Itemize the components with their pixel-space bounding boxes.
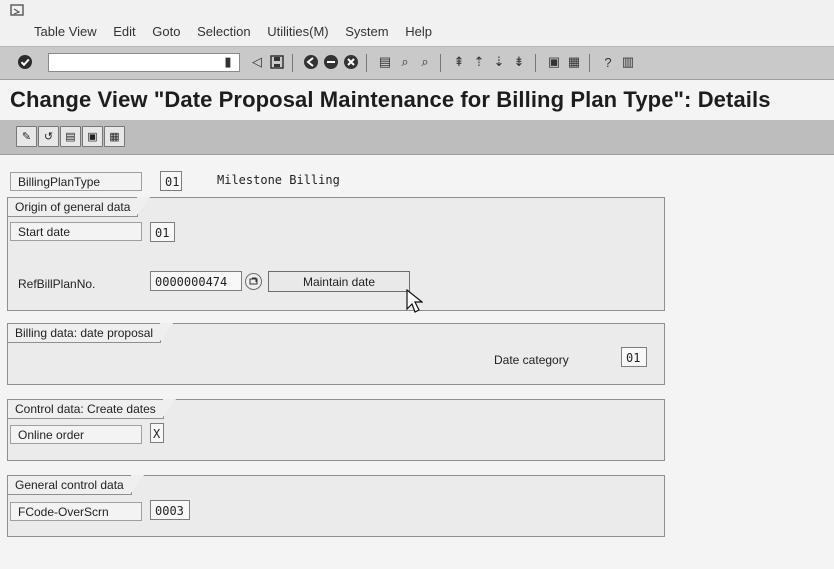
first-page-icon[interactable]: ⇞ — [451, 54, 467, 70]
last-page-icon[interactable]: ⇟ — [511, 54, 527, 70]
help-icon[interactable]: ? — [600, 54, 616, 70]
menu-bar: Table View Edit Goto Selection Utilities… — [0, 0, 834, 46]
fcode-overscrn-label: FCode-OverScrn — [10, 502, 142, 521]
menu-goto[interactable]: Goto — [152, 24, 180, 39]
billing-plan-type-label: BillingPlanType — [10, 172, 142, 191]
save-icon[interactable] — [269, 54, 285, 70]
page-title: Change View "Date Proposal Maintenance f… — [10, 87, 771, 112]
ref-bill-plan-label: RefBillPlanNo. — [10, 274, 142, 293]
shortcut-icon[interactable]: ▦ — [566, 54, 582, 70]
enter-icon[interactable] — [17, 54, 33, 70]
back-icon[interactable] — [303, 54, 319, 70]
find-icon[interactable]: ⌕ — [397, 54, 413, 70]
menu-help[interactable]: Help — [405, 24, 432, 39]
billing-plan-type-field[interactable]: 01 — [160, 171, 182, 191]
copy-icon[interactable]: ▣ — [82, 126, 103, 147]
menu-utilities[interactable]: Utilities(M) — [267, 24, 328, 39]
fcode-overscrn-field[interactable]: 0003 — [150, 500, 190, 520]
start-date-label: Start date — [10, 222, 142, 241]
details-icon[interactable]: ▤ — [60, 126, 81, 147]
system-menu-icon[interactable] — [10, 4, 24, 16]
date-category-label: Date category — [486, 350, 616, 369]
details-popup-icon[interactable] — [245, 273, 262, 290]
billing-plan-type-description: Milestone Billing — [217, 173, 340, 187]
application-toolbar: ✎ ↺ ▤ ▣ ▦ — [0, 120, 834, 155]
menu-edit[interactable]: Edit — [113, 24, 135, 39]
print-icon[interactable]: ▤ — [377, 54, 393, 70]
menu-items: Table View Edit Goto Selection Utilities… — [34, 24, 445, 39]
cancel-icon[interactable] — [343, 54, 359, 70]
online-order-label: Online order — [10, 425, 142, 444]
exit-icon[interactable] — [323, 54, 339, 70]
standard-toolbar: ▮ ◁ ▤ ⌕ ⌕ ⇞ ⇡ ⇣ ⇟ ▣ ▦ ? ▥ — [0, 46, 834, 80]
billing-group-title: Billing data: date proposal — [8, 323, 174, 343]
new-session-icon[interactable]: ▣ — [546, 54, 562, 70]
back-arrow-icon[interactable]: ◁ — [249, 54, 265, 70]
menu-selection[interactable]: Selection — [197, 24, 250, 39]
dropdown-icon[interactable]: ▮ — [220, 54, 236, 70]
origin-group-title: Origin of general data — [8, 197, 151, 217]
general-group-title: General control data — [8, 475, 144, 495]
maintain-date-button[interactable]: Maintain date — [268, 271, 410, 292]
table-icon[interactable]: ▦ — [104, 126, 125, 147]
start-date-field[interactable]: 01 — [150, 222, 175, 242]
mouse-cursor-icon — [406, 289, 423, 313]
other-view-icon[interactable]: ↺ — [38, 126, 59, 147]
origin-general-data-group: Origin of general data — [7, 197, 665, 311]
online-order-checkbox[interactable]: X — [150, 423, 164, 443]
control-group-title: Control data: Create dates — [8, 399, 176, 419]
next-page-icon[interactable]: ⇣ — [491, 54, 507, 70]
previous-page-icon[interactable]: ⇡ — [471, 54, 487, 70]
layout-icon[interactable]: ▥ — [620, 54, 636, 70]
find-next-icon[interactable]: ⌕ — [417, 54, 433, 70]
menu-system[interactable]: System — [345, 24, 388, 39]
command-field[interactable] — [48, 53, 240, 72]
menu-table-view[interactable]: Table View — [34, 24, 97, 39]
date-category-field[interactable]: 01 — [621, 347, 647, 367]
ref-bill-plan-number-field[interactable]: 0000000474 — [150, 271, 242, 291]
display-change-icon[interactable]: ✎ — [16, 126, 37, 147]
